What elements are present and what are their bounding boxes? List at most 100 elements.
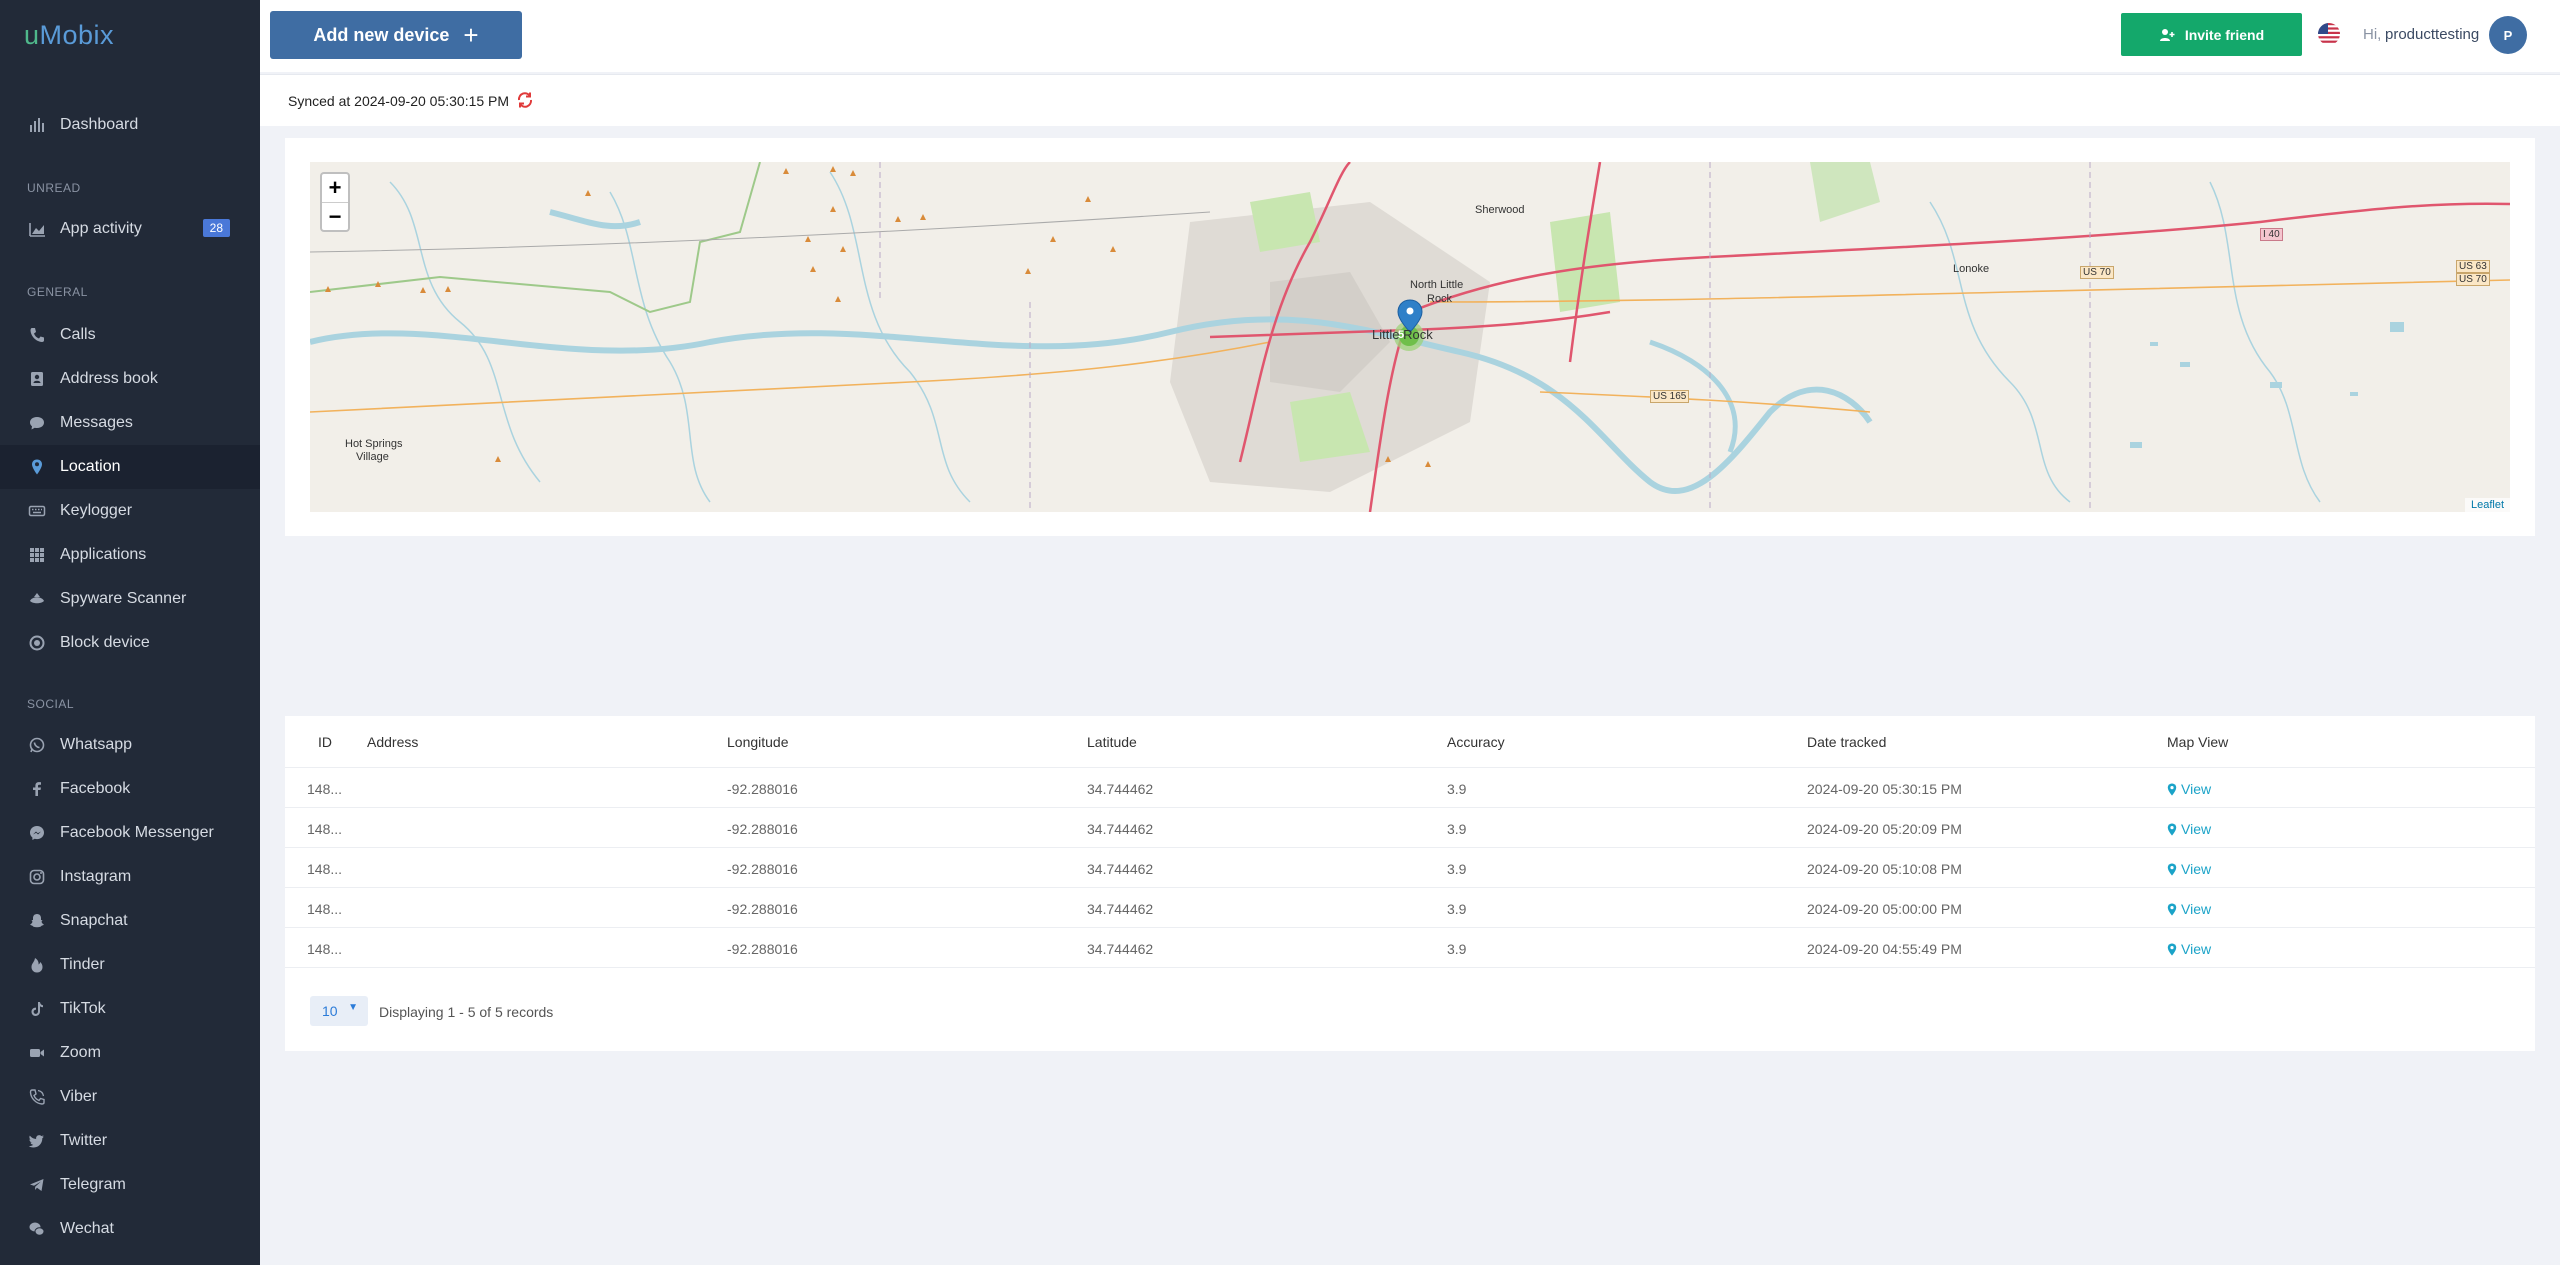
map-label: Sherwood [1475, 204, 1525, 216]
page-size-select[interactable]: 10 ▼ [310, 996, 368, 1026]
map-pin-icon [2167, 783, 2177, 795]
cell-latitude: 34.744462 [1087, 821, 1154, 837]
table-row: 148... -92.288016 34.744462 3.9 2024-09-20 0… [285, 888, 2535, 928]
section-label-general: GENERAL [27, 285, 88, 299]
sidebar-item-telegram[interactable]: Telegram [0, 1163, 260, 1207]
plus-icon: + [463, 20, 479, 50]
column-header-id: ID [318, 734, 332, 750]
cell-date: 2024-09-20 05:10:08 PM [1807, 861, 1962, 877]
map-view-link[interactable]: View [2167, 861, 2211, 877]
map-view-link[interactable]: View [2167, 821, 2211, 837]
sidebar-item-label: Applications [60, 546, 147, 563]
sidebar-item-keylogger[interactable]: Keylogger [0, 489, 260, 533]
sidebar-item-messages[interactable]: Messages [0, 401, 260, 445]
sidebar-item-location[interactable]: Location [0, 445, 260, 489]
sidebar-item-tiktok[interactable]: TikTok [0, 987, 260, 1031]
cell-id: 148... [307, 941, 343, 957]
map-label: US 63 [2456, 260, 2490, 273]
map-view-link[interactable]: View [2167, 901, 2211, 917]
location-table: ID Address Longitude Latitude Accuracy D… [285, 716, 2535, 1051]
tiktok-icon [28, 1000, 46, 1018]
cell-longitude: -92.288016 [727, 901, 798, 917]
column-header-longitude: Longitude [727, 734, 789, 750]
location-map[interactable]: 5 Sherwood North Little Rock Little Rock… [310, 162, 2510, 512]
sidebar-item-label: Keylogger [60, 502, 133, 519]
sidebar-item-viber[interactable]: Viber [0, 1075, 260, 1119]
avatar[interactable]: P [2489, 16, 2527, 54]
sidebar-item-dashboard[interactable]: Dashboard [0, 103, 260, 147]
cell-date: 2024-09-20 04:55:49 PM [1807, 941, 1962, 957]
sidebar-item-wechat[interactable]: Wechat [0, 1207, 260, 1251]
cell-id: 148... [307, 901, 343, 917]
sidebar-item-label: Wechat [60, 1220, 114, 1237]
invite-friend-button[interactable]: Invite friend [2121, 13, 2302, 56]
column-header-accuracy: Accuracy [1447, 734, 1505, 750]
telegram-icon [28, 1176, 46, 1194]
sidebar-item-instagram[interactable]: Instagram [0, 855, 260, 899]
sidebar-item-snapchat[interactable]: Snapchat [0, 899, 260, 943]
section-label-social: SOCIAL [27, 697, 75, 711]
messenger-icon [28, 824, 46, 842]
top-bar: Add new device + Invite friend Hi, produ… [260, 0, 2560, 72]
cell-accuracy: 3.9 [1447, 901, 1467, 917]
sidebar-item-zoom[interactable]: Zoom [0, 1031, 260, 1075]
snapchat-icon [28, 912, 46, 930]
records-count-text: Displaying 1 - 5 of 5 records [379, 1004, 554, 1020]
username[interactable]: producttesting [2385, 26, 2479, 43]
refresh-icon[interactable] [516, 91, 534, 109]
video-camera-icon [28, 1044, 46, 1062]
bar-chart-icon [28, 116, 46, 134]
add-new-device-button[interactable]: Add new device + [270, 11, 522, 59]
map-view-link[interactable]: View [2167, 941, 2211, 957]
cell-latitude: 34.744462 [1087, 861, 1154, 877]
tinder-flame-icon [28, 956, 46, 974]
sidebar-item-calls[interactable]: Calls [0, 313, 260, 357]
sidebar-item-label: Zoom [60, 1044, 101, 1061]
app-logo[interactable]: uMobix [24, 20, 114, 51]
chat-bubble-icon [28, 414, 46, 432]
zoom-in-button[interactable]: + [322, 174, 348, 202]
area-chart-icon [28, 220, 46, 238]
map-card: 5 Sherwood North Little Rock Little Rock… [285, 138, 2535, 536]
map-label: North Little [1410, 279, 1464, 291]
sidebar-item-block-device[interactable]: Block device [0, 621, 260, 665]
map-attribution-link[interactable]: Leaflet [2464, 498, 2510, 512]
phone-icon [28, 326, 46, 344]
greeting-text: Hi, [2363, 26, 2382, 43]
sidebar-item-whatsapp[interactable]: Whatsapp [0, 723, 260, 767]
wechat-icon [28, 1220, 46, 1238]
map-label: Hot Springs [345, 438, 403, 450]
column-header-latitude: Latitude [1087, 734, 1137, 750]
sidebar-item-spyware-scanner[interactable]: Spyware Scanner [0, 577, 260, 621]
sidebar-item-tinder[interactable]: Tinder [0, 943, 260, 987]
sidebar-item-label: Messages [60, 414, 133, 431]
cell-longitude: -92.288016 [727, 781, 798, 797]
viber-icon [28, 1088, 46, 1106]
column-header-date-tracked: Date tracked [1807, 734, 1887, 750]
sidebar-item-label: Facebook [60, 780, 131, 797]
sidebar-item-label: Tinder [60, 956, 105, 973]
sidebar-item-app-activity[interactable]: App activity 28 [0, 207, 260, 251]
whatsapp-icon [28, 736, 46, 754]
column-header-map-view: Map View [2167, 734, 2229, 750]
sidebar-item-label: Twitter [60, 1132, 108, 1149]
sidebar-item-twitter[interactable]: Twitter [0, 1119, 260, 1163]
column-header-address: Address [367, 734, 419, 750]
zoom-out-button[interactable]: − [322, 202, 348, 230]
map-pin-icon [28, 458, 46, 476]
cell-accuracy: 3.9 [1447, 941, 1467, 957]
spy-hat-icon [28, 590, 46, 608]
map-view-link[interactable]: View [2167, 781, 2211, 797]
sidebar-item-label: Telegram [60, 1176, 126, 1193]
sidebar-item-applications[interactable]: Applications [0, 533, 260, 577]
sidebar-item-facebook[interactable]: Facebook [0, 767, 260, 811]
table-row: 148... -92.288016 34.744462 3.9 2024-09-20 0… [285, 928, 2535, 968]
map-zoom-control: + − [320, 172, 350, 232]
sidebar-item-label: Viber [60, 1088, 98, 1105]
sidebar-item-address-book[interactable]: Address book [0, 357, 260, 401]
map-label: Little Rock [1372, 327, 1433, 342]
sidebar-item-facebook-messenger[interactable]: Facebook Messenger [0, 811, 260, 855]
count-badge: 28 [202, 219, 230, 237]
sidebar-item-label: Address book [60, 370, 158, 387]
us-flag-icon[interactable] [2318, 23, 2340, 45]
